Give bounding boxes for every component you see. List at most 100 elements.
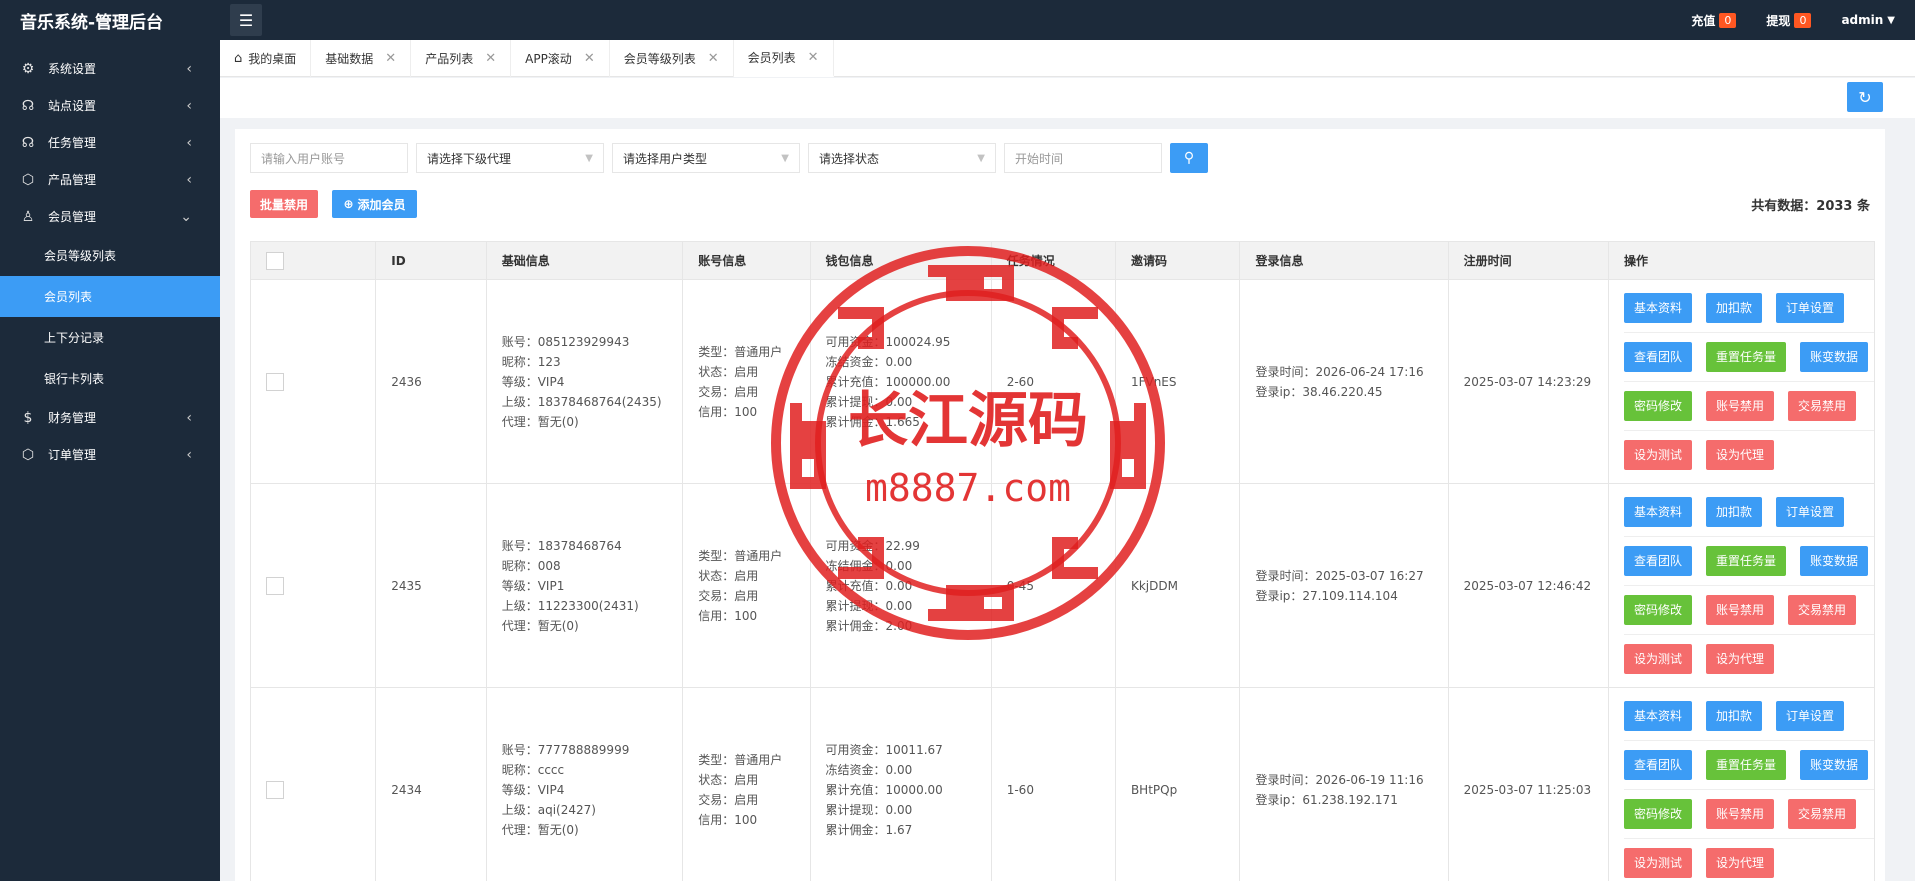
batch-disable-button[interactable]: 批量禁用 (250, 190, 318, 218)
op-button[interactable]: 查看团队 (1624, 342, 1693, 372)
op-button[interactable]: 密码修改 (1624, 799, 1693, 829)
sidebar-item-label: 系统设置 (48, 62, 97, 76)
total-count: 共有数据：2033 条 (1751, 195, 1870, 214)
table-row: 2434 账号：777788889999 昵称：cccc 等级：VIP4 上级：aqi(… (249, 687, 1875, 881)
row-checkbox[interactable] (266, 373, 284, 391)
op-button[interactable]: 重置任务量 (1706, 342, 1787, 372)
op-button[interactable]: 账号禁用 (1706, 391, 1775, 421)
cell-account-info-line: 状态：启用 (698, 772, 759, 787)
add-member-button[interactable]: ⊕ 添加会员 (332, 190, 417, 218)
op-button[interactable]: 账变数据 (1800, 750, 1869, 780)
cell-login-info-line: 登录时间：2026-06-19 11:16 (1255, 772, 1424, 787)
add-member-label: 添加会员 (357, 197, 406, 212)
op-button[interactable]: 密码修改 (1624, 595, 1693, 625)
op-button[interactable]: 交易禁用 (1788, 799, 1857, 829)
op-button[interactable]: 查看团队 (1624, 546, 1693, 576)
cell-id: 2436 (375, 279, 487, 484)
op-button[interactable]: 查看团队 (1624, 750, 1693, 780)
cell-account-info-line: 信用：100 (698, 404, 758, 419)
tab-member-level[interactable]: 会员等级列表 ✕ (610, 40, 734, 77)
close-icon[interactable]: ✕ (584, 51, 595, 66)
op-button[interactable]: 基本资料 (1624, 701, 1693, 731)
op-button[interactable]: 账号禁用 (1706, 799, 1775, 829)
op-button[interactable]: 加扣款 (1706, 293, 1763, 323)
sidebar-item-orders[interactable]: ⬡ 订单管理 ‹ (0, 436, 220, 473)
cell-basic-info-line: 昵称：008 (501, 558, 561, 573)
sidebar-sub-bank-cards[interactable]: 银行卡列表 (0, 358, 220, 399)
sidebar-item-member[interactable]: ♙ 会员管理 ⌄ (0, 198, 220, 235)
close-icon[interactable]: ✕ (708, 51, 719, 66)
user-menu[interactable]: admin ▼ (1841, 13, 1895, 27)
op-button[interactable]: 基本资料 (1624, 497, 1693, 527)
op-button[interactable]: 设为测试 (1624, 848, 1693, 878)
op-button[interactable]: 设为代理 (1706, 644, 1775, 674)
row-select-cell (249, 687, 377, 881)
sidebar-item-finance[interactable]: $ 财务管理 ‹ (0, 399, 220, 436)
cell-login-info-line: 登录时间：2026-06-24 17:16 (1255, 364, 1424, 379)
close-icon[interactable]: ✕ (808, 50, 819, 65)
tab-label: 会员等级列表 (623, 52, 696, 66)
tab-product-list[interactable]: 产品列表 ✕ (411, 40, 512, 77)
cell-login-info-line: 登录ip：61.238.192.171 (1255, 792, 1398, 807)
close-icon[interactable]: ✕ (485, 51, 496, 66)
sidebar-sub-member-list[interactable]: 会员列表 (0, 276, 220, 317)
start-time-input[interactable]: 开始时间 (1004, 143, 1162, 173)
select-all-checkbox[interactable] (266, 251, 284, 270)
op-button[interactable]: 账号禁用 (1706, 595, 1775, 625)
op-button[interactable]: 基本资料 (1624, 293, 1693, 323)
row-select-cell (249, 483, 377, 688)
op-button[interactable]: 重置任务量 (1706, 750, 1787, 780)
cell-account-info-line: 信用：100 (698, 812, 758, 827)
cell-task: 2-60 (990, 279, 1116, 484)
dollar-icon: $ (23, 409, 33, 426)
op-button[interactable]: 订单设置 (1776, 497, 1845, 527)
op-button[interactable]: 加扣款 (1706, 701, 1763, 731)
op-button[interactable]: 订单设置 (1776, 701, 1845, 731)
op-button[interactable]: 订单设置 (1776, 293, 1845, 323)
cell-login-info-line: 登录ip：38.46.220.45 (1255, 384, 1383, 399)
headset-icon: ☊ (21, 97, 35, 114)
row-checkbox[interactable] (266, 781, 284, 799)
sidebar-sub-member-level[interactable]: 会员等级列表 (0, 235, 220, 276)
op-button[interactable]: 账变数据 (1800, 546, 1869, 576)
op-button[interactable]: 交易禁用 (1788, 391, 1857, 421)
sidebar-item-system[interactable]: ⚙ 系统设置 ‹ (0, 50, 220, 87)
recharge-notice[interactable]: 充值 0 (1691, 12, 1737, 29)
tab-app-scroll[interactable]: APP滚动 ✕ (511, 40, 610, 77)
tab-basic-data[interactable]: 基础数据 ✕ (311, 40, 412, 77)
op-button[interactable]: 加扣款 (1706, 497, 1763, 527)
op-button[interactable]: 设为测试 (1624, 440, 1693, 470)
close-icon[interactable]: ✕ (385, 51, 396, 66)
menu-toggle-button[interactable]: ☰ (230, 4, 262, 36)
filter-bar: 请输入用户账号 请选择下级代理 ▼ 请选择用户类型 ▼ 请选择状态 ▼ 开始时间… (250, 143, 1208, 173)
sidebar-item-task[interactable]: ☊ 任务管理 ‹ (0, 124, 220, 161)
recharge-badge: 0 (1719, 12, 1737, 28)
sidebar-sub-balance-log[interactable]: 上下分记录 (0, 317, 220, 358)
row-checkbox[interactable] (266, 577, 284, 595)
op-button[interactable]: 设为代理 (1706, 848, 1775, 878)
gear-icon: ⚙ (21, 60, 35, 77)
tab-desktop[interactable]: ⌂ 我的桌面 (220, 40, 312, 77)
sidebar-item-product[interactable]: ⬡ 产品管理 ‹ (0, 161, 220, 198)
op-button[interactable]: 设为测试 (1624, 644, 1693, 674)
op-button[interactable]: 重置任务量 (1706, 546, 1787, 576)
agent-select[interactable]: 请选择下级代理 ▼ (416, 143, 604, 173)
withdraw-notice[interactable]: 提现 0 (1766, 12, 1812, 29)
tab-label: 产品列表 (425, 52, 474, 66)
sidebar-item-site[interactable]: ☊ 站点设置 ‹ (0, 87, 220, 124)
op-button[interactable]: 交易禁用 (1788, 595, 1857, 625)
account-search-input[interactable]: 请输入用户账号 (250, 143, 408, 173)
user-type-select[interactable]: 请选择用户类型 ▼ (612, 143, 800, 173)
refresh-button[interactable]: ↻ (1847, 82, 1883, 112)
ops-row: 基本资料 加扣款 订单设置 (1624, 284, 1874, 333)
cell-wallet-info-line: 可用资金：10011.67 (825, 742, 943, 757)
op-button[interactable]: 设为代理 (1706, 440, 1775, 470)
status-select[interactable]: 请选择状态 ▼ (808, 143, 996, 173)
op-button[interactable]: 密码修改 (1624, 391, 1693, 421)
tab-member-list[interactable]: 会员列表 ✕ (733, 40, 834, 77)
recharge-label: 充值 (1691, 13, 1716, 28)
cell-login-info: 登录时间：2025-03-07 16:27 登录ip：27.109.114.104 (1239, 483, 1449, 688)
cell-account-info: 类型：普通用户 状态：启用 交易：启用 信用：100 (682, 483, 811, 688)
op-button[interactable]: 账变数据 (1800, 342, 1869, 372)
search-button[interactable]: ⚲ (1170, 143, 1208, 173)
